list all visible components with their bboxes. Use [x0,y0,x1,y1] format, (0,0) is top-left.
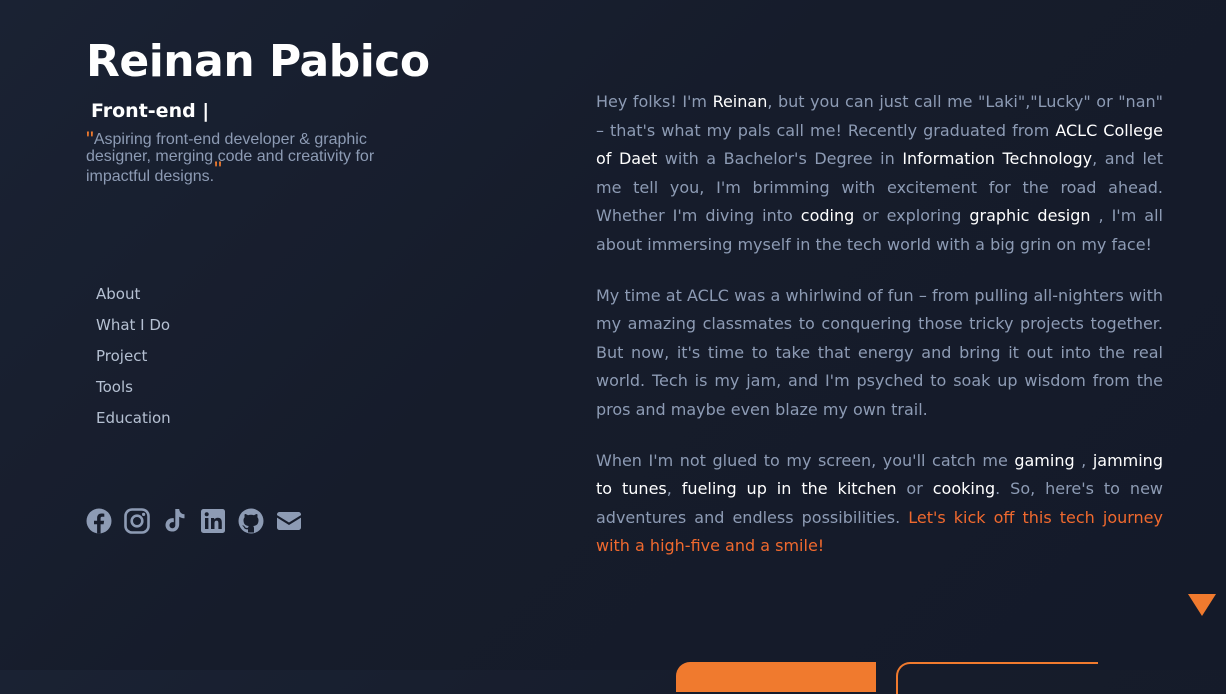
social-links [86,508,302,534]
tagline-text: Aspiring front-end developer & graphic d… [86,131,375,185]
about-section: Hey folks! I'm Reinan, but you can just … [596,88,1163,583]
highlight-name: Reinan [712,92,768,111]
hobbies-text-3: , [666,479,682,499]
nav-item-about[interactable]: About [96,283,171,314]
intro-text-3: with a Bachelor's Degree in [657,149,903,169]
about-paragraph-intro: Hey folks! I'm Reinan, but you can just … [596,88,1163,260]
hobbies-text-1: When I'm not glued to my screen, you'll … [596,450,1015,470]
hobbies-text-4: or [896,479,933,499]
github-icon[interactable] [238,508,264,534]
nav-item-education[interactable]: Education [96,407,171,438]
facebook-icon[interactable] [86,508,112,534]
highlight-degree: Information Technology [902,149,1093,169]
section-nav: About What I Do Project Tools Education [96,283,171,438]
intro-text-5: or exploring [854,206,970,226]
role-text: Front-end | [91,100,210,122]
highlight-kitchen: fueling up in the kitchen [681,479,897,499]
page-title: Reinan Pabico [86,36,430,87]
hobbies-text-2: , [1074,450,1093,470]
scroll-down-arrow-icon[interactable] [1188,594,1216,616]
quote-open-mark: " [86,127,94,152]
about-paragraph-hobbies: When I'm not glued to my screen, you'll … [596,447,1163,561]
nav-item-project[interactable]: Project [96,345,171,376]
nav-item-what-i-do[interactable]: What I Do [96,314,171,345]
outline-button[interactable] [896,662,1098,694]
nav-item-tools[interactable]: Tools [96,376,171,407]
intro-text-1: Hey folks! I'm [596,92,713,111]
about-paragraph-aclc: My time at ACLC was a whirlwind of fun –… [596,285,1163,419]
email-icon[interactable] [276,508,302,534]
tiktok-icon[interactable] [162,508,188,534]
instagram-icon[interactable] [124,508,150,534]
quote-close-mark: " [214,157,222,182]
highlight-gaming: gaming [1014,450,1075,470]
highlight-cooking: cooking [932,479,996,499]
tagline: "Aspiring front-end developer & graphic … [86,127,406,186]
highlight-graphic-design: graphic design [969,206,1091,226]
highlight-coding: coding [800,206,855,226]
linkedin-icon[interactable] [200,508,226,534]
primary-button[interactable] [676,662,876,692]
